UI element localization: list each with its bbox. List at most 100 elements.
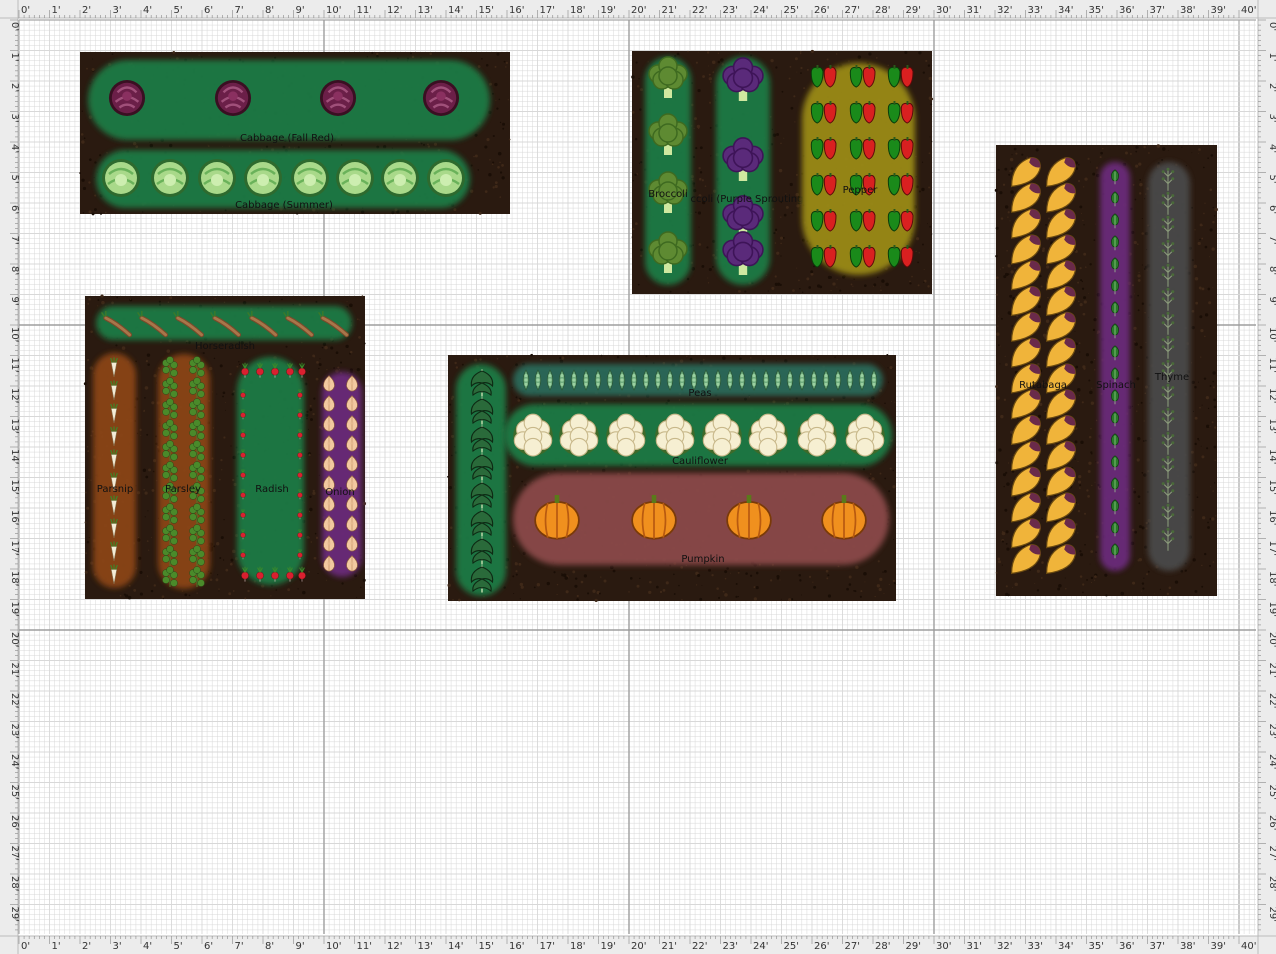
soil-grain [477, 169, 479, 171]
bed-pumpkin[interactable]: Peas Cauliflower Pumpkin [447, 354, 896, 602]
soil-grain [199, 211, 200, 212]
soil-grain [690, 358, 693, 361]
soil-grain [997, 557, 1000, 560]
soil-grain [1136, 411, 1137, 412]
soil-grain [133, 142, 137, 146]
soil-grain [243, 301, 246, 304]
bed-roots[interactable]: Horseradish Parsnip Parsley Radish Onion [84, 295, 366, 600]
soil-grain [497, 358, 498, 359]
soil-grain [305, 414, 308, 417]
soil-grain [699, 243, 702, 246]
soil-grain [1004, 399, 1006, 401]
soil-grain [637, 85, 639, 87]
bed-broccoli-pepper[interactable]: Broccoli ccoli (Purple Sprouting Pepper [631, 50, 933, 294]
soil-grain [1193, 558, 1196, 561]
soil-grain [1154, 593, 1155, 594]
soil-grain [806, 277, 809, 280]
soil-grain [506, 558, 509, 561]
green-cabbage-icon [102, 159, 140, 197]
soil-grain [1146, 527, 1148, 529]
soil-grain [693, 182, 696, 185]
soil-grain [429, 53, 432, 56]
soil-grain [91, 367, 93, 369]
soil-grain [807, 69, 809, 71]
soil-grain [808, 286, 811, 289]
soil-grain [789, 78, 791, 80]
soil-grain [1136, 377, 1139, 380]
soil-grain [855, 566, 859, 570]
soil-grain [667, 399, 670, 402]
soil-grain [1047, 297, 1049, 299]
soil-grain [872, 477, 875, 480]
soil-grain [305, 383, 308, 386]
soil-grain [516, 396, 518, 398]
soil-grain [772, 400, 775, 403]
soil-grain [293, 304, 294, 305]
soil-grain [884, 478, 886, 480]
soil-grain [636, 61, 638, 63]
soil-grain [870, 473, 872, 475]
soil-grain [917, 262, 919, 264]
soil-grain [916, 237, 919, 240]
soil-grain [730, 573, 731, 574]
soil-grain [780, 580, 781, 581]
soil-grain [1191, 207, 1193, 209]
soil-grain [1142, 218, 1143, 219]
soil-grain [1144, 268, 1146, 270]
bed-rutabaga[interactable]: Rutabaga Spinach Thyme [995, 144, 1218, 596]
soil-grain [754, 597, 757, 600]
soil-grain [306, 496, 307, 497]
soil-grain [1206, 447, 1208, 449]
soil-grain [827, 58, 829, 60]
soil-grain [447, 584, 450, 587]
radish-row[interactable] [237, 357, 304, 585]
soil-grain [695, 147, 697, 149]
soil-grain [1143, 578, 1144, 579]
soil-grain [508, 99, 509, 100]
soil-grain [269, 301, 271, 303]
soil-grain [1008, 462, 1009, 463]
soil-grain [1144, 420, 1145, 421]
soil-grain [1044, 411, 1046, 413]
soil-grain [309, 496, 311, 498]
soil-grain [996, 332, 999, 335]
garden-plan-canvas[interactable]: Cabbage (Fall Red) Cabbage (Summer) Brocco… [0, 0, 1276, 954]
soil-grain [1096, 174, 1099, 177]
pepper-row[interactable] [802, 63, 915, 275]
soil-grain [230, 445, 231, 446]
soil-grain [147, 540, 149, 542]
soil-grain [1147, 270, 1148, 271]
soil-grain [1079, 351, 1080, 352]
soil-grain [225, 569, 228, 572]
soil-grain [244, 597, 246, 599]
soil-grain [796, 72, 797, 73]
soil-grain [347, 301, 348, 302]
bed-cabbage[interactable]: Cabbage (Fall Red) Cabbage (Summer) [79, 51, 510, 215]
soil-grain [1194, 443, 1196, 445]
soil-grain [916, 251, 917, 252]
soil-grain [780, 237, 783, 240]
soil-grain [222, 396, 224, 398]
soil-grain [213, 545, 215, 547]
soil-grain [1134, 293, 1135, 294]
soil-grain [493, 186, 495, 188]
soil-grain [745, 572, 748, 575]
soil-grain [143, 410, 145, 412]
soil-grain [557, 584, 558, 585]
soil-grain [1198, 148, 1201, 151]
soil-grain [547, 582, 550, 585]
soil-grain [85, 552, 87, 554]
soil-grain [192, 58, 193, 59]
soil-grain [1078, 461, 1079, 462]
soil-grain [1213, 561, 1215, 563]
soil-grain [786, 471, 788, 473]
soil-grain [452, 599, 454, 601]
soil-grain [1142, 526, 1145, 529]
soil-grain [738, 290, 741, 293]
soil-grain [145, 386, 149, 390]
soil-grain [288, 146, 290, 148]
soil-grain [1083, 186, 1084, 187]
soil-grain [239, 364, 240, 365]
soil-grain [223, 519, 224, 520]
soil-grain [287, 588, 290, 591]
